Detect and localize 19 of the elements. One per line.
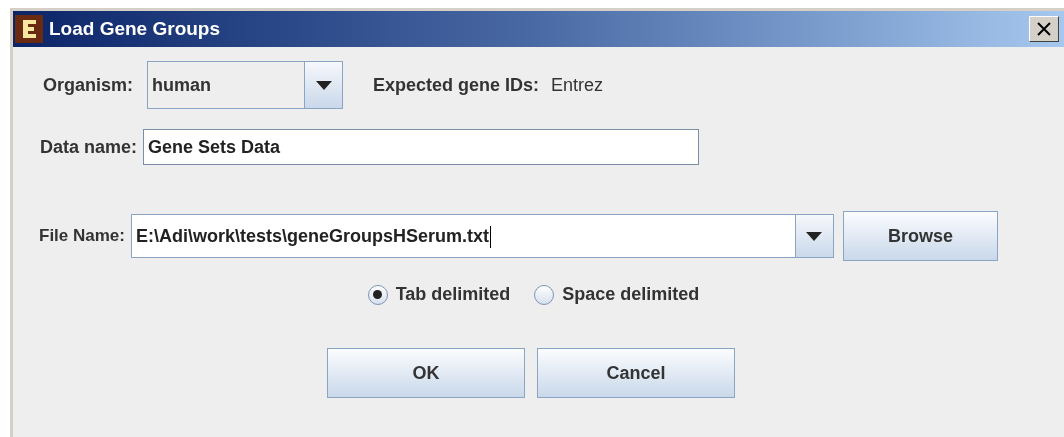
- dialog-button[interactable]: OK: [327, 348, 525, 398]
- data-name-field[interactable]: Gene Sets Data: [143, 129, 700, 165]
- data-name-label: Data name:: [40, 135, 138, 159]
- close-button[interactable]: [1029, 16, 1059, 42]
- dropdown-arrow-icon: [806, 231, 823, 241]
- organism-dropdown[interactable]: human: [147, 61, 344, 109]
- close-icon: [1037, 22, 1051, 36]
- dialog-button[interactable]: Cancel: [537, 348, 735, 398]
- organism-label: Organism:: [43, 73, 134, 97]
- dropdown-arrow-icon: [315, 80, 332, 90]
- expected-ids-value: Entrez: [551, 73, 604, 97]
- browse-button[interactable]: Browse: [843, 211, 998, 261]
- file-name-label: File Name:: [39, 225, 125, 248]
- expected-ids-label: Expected gene IDs:: [373, 73, 540, 97]
- file-name-combo[interactable]: E:\Adi\work\tests\geneGroupsHSerum.txt: [131, 214, 834, 258]
- app-logo-icon: [15, 15, 43, 43]
- delimiter-radio[interactable]: Tab delimited: [367, 281, 511, 308]
- delimiter-radio[interactable]: Space delimited: [534, 281, 700, 308]
- window-title: Load Gene Groups: [49, 16, 221, 41]
